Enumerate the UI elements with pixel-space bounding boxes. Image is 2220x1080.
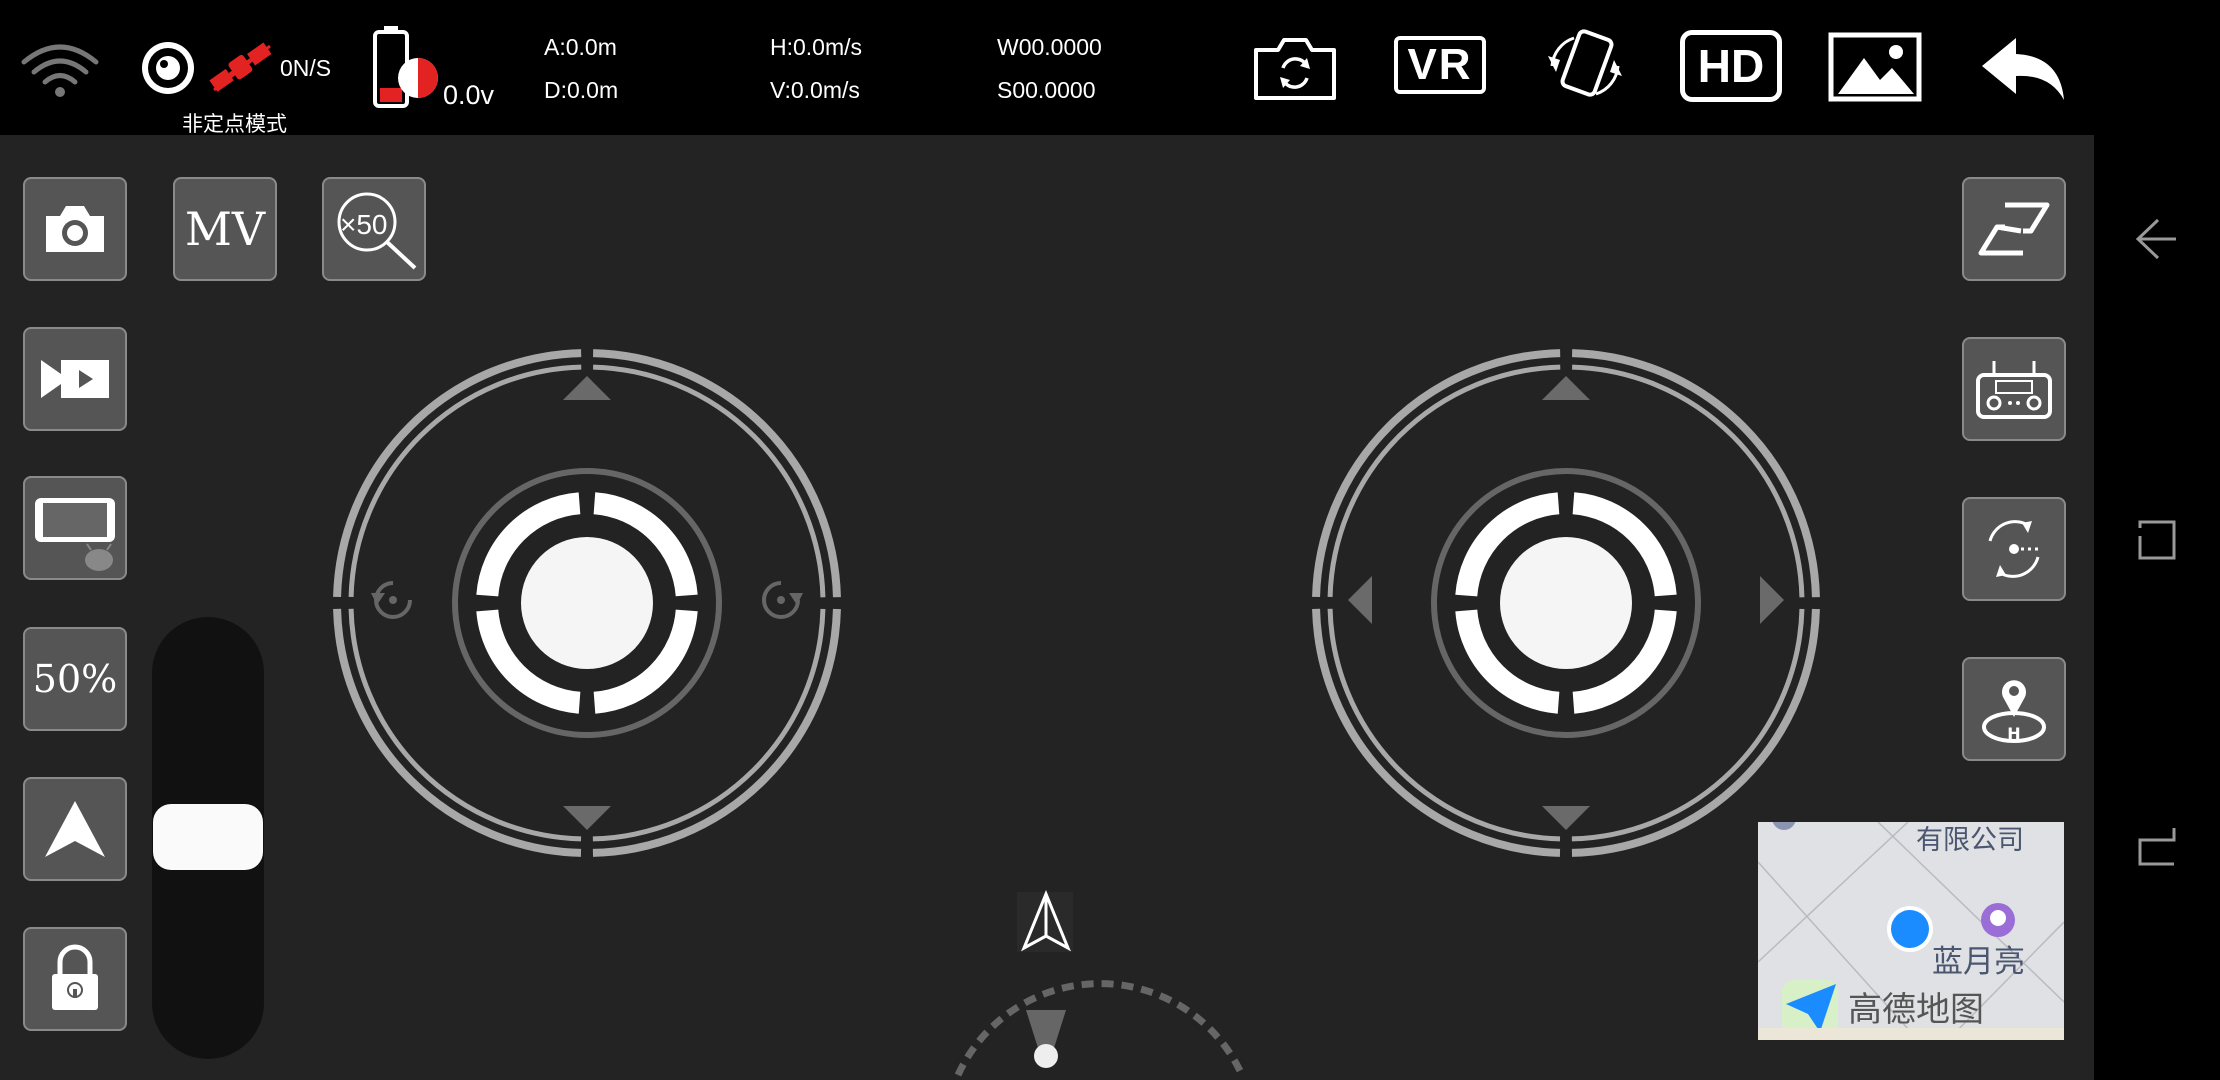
gps-speed-text: 0N/S (280, 55, 332, 81)
zoom-button[interactable]: ×50 (322, 177, 426, 281)
heading-indicator (890, 880, 1310, 1080)
speed-label: 50% (32, 657, 118, 701)
eye-icon[interactable] (140, 40, 196, 96)
altitude-text: A:0.0m (544, 34, 617, 60)
phone-landscape-icon (35, 498, 115, 571)
rotate-screen-icon[interactable] (1538, 26, 1632, 106)
poi-icon (1980, 902, 2016, 938)
horizontal-speed-text: H:0.0m/s (770, 34, 863, 60)
home-point-icon: H (1982, 680, 2046, 743)
drone-position-dot (1034, 1044, 1058, 1068)
up-arrow-icon (563, 376, 611, 400)
current-location-dot (1886, 905, 1934, 953)
svg-text:H: H (2007, 724, 2020, 743)
latitude-text: S00.0000 (997, 77, 1096, 103)
back-arrow-icon[interactable] (1980, 34, 2066, 104)
rotate-right-icon (762, 581, 803, 619)
lock-icon (52, 944, 98, 1010)
right-joystick[interactable] (1306, 343, 1826, 863)
wifi-icon (18, 38, 102, 100)
map-brand: 高德地图 (1848, 991, 1984, 1029)
nav-back-icon[interactable] (2132, 214, 2180, 264)
distance-text: D:0.0m (544, 77, 619, 103)
hd-button[interactable]: HD (1680, 30, 1782, 102)
gesture-mode-button[interactable] (1962, 177, 2066, 281)
nav-home-icon[interactable] (2134, 822, 2180, 870)
zoom-label: ×50 (340, 209, 388, 240)
remote-controller-icon (1976, 361, 2052, 419)
orbit-icon (1988, 520, 2042, 578)
right-arrow-icon (1760, 576, 1784, 624)
hd-label: HD (1697, 40, 1765, 92)
top-status-bar: 0N/S 非定点模式 0.0v A:0.0m D:0.0m H:0.0m/s V… (0, 0, 2094, 136)
speed-button[interactable]: 50% (23, 627, 127, 731)
orbit-mode-button[interactable] (1962, 497, 2066, 601)
record-video-button[interactable] (23, 327, 127, 431)
map-bottom-road (1758, 1028, 2064, 1040)
left-joystick[interactable] (327, 343, 847, 863)
video-camera-icon (41, 360, 109, 398)
forward-arrow-icon (1542, 376, 1590, 400)
down-arrow-icon (563, 806, 611, 830)
map-label-place: 蓝月亮 (1932, 944, 2025, 979)
vertical-speed-text: V:0.0m/s (770, 77, 860, 103)
remote-controller-button[interactable] (1962, 337, 2066, 441)
phone-control-button[interactable] (23, 476, 127, 580)
satellite-icon (204, 38, 278, 98)
mv-button[interactable]: MV (173, 177, 277, 281)
longitude-text: W00.0000 (997, 34, 1102, 60)
battery-voltage: 0.0v (443, 80, 495, 110)
mv-label: MV (184, 202, 266, 256)
take-photo-button[interactable] (23, 177, 127, 281)
left-arrow-icon (1348, 576, 1372, 624)
mini-map[interactable]: 有限公司 蓝月亮 高德地图 (1758, 822, 2064, 1040)
throttle-slider-knob[interactable] (153, 804, 263, 870)
vr-button[interactable]: VR (1394, 36, 1486, 94)
takeoff-button[interactable] (23, 777, 127, 881)
backward-arrow-icon (1542, 806, 1590, 830)
lock-button[interactable] (23, 927, 127, 1031)
gallery-icon[interactable] (1828, 32, 1922, 102)
return-home-button[interactable]: H (1962, 657, 2066, 761)
system-nav-bar (2094, 0, 2220, 1080)
map-label-company: 有限公司 (1916, 825, 2024, 855)
takeoff-arrow-icon (45, 801, 105, 857)
route-icon (1978, 202, 2050, 256)
vr-label: VR (1407, 40, 1473, 89)
camera-switch-icon[interactable] (1250, 32, 1340, 104)
app-root: 0N/S 非定点模式 0.0v A:0.0m D:0.0m H:0.0m/s V… (0, 0, 2220, 1080)
battery-icon (370, 24, 440, 110)
rotate-left-icon (371, 581, 412, 619)
mode-label: 非定点模式 (182, 113, 287, 136)
nav-recents-icon[interactable] (2134, 516, 2180, 564)
camera-icon (46, 206, 104, 252)
